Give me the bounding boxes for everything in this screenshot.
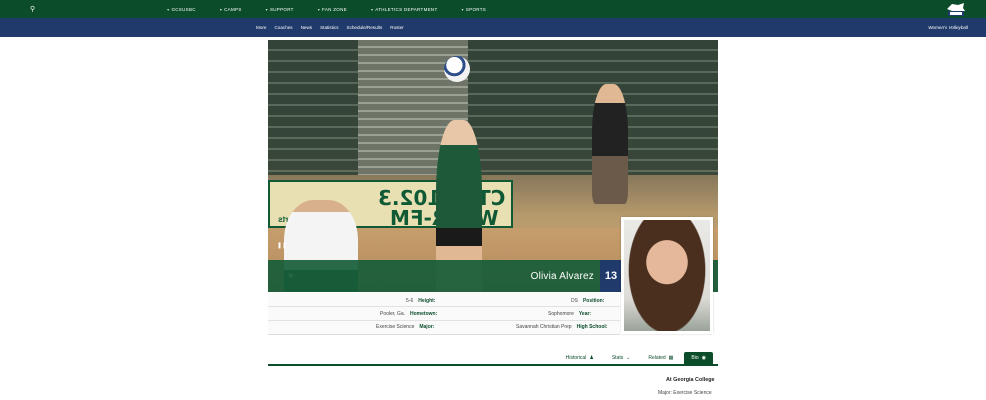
volleyball-icon xyxy=(444,56,470,82)
top-bar: ⚲ ▾ GCSUSBC ▾ CAMPS ▾ SUPPORT ▾ FAN ZONE ▾ AT… xyxy=(0,0,986,18)
film-icon: ▦ xyxy=(668,355,674,361)
player-name: Olivia Alvarez xyxy=(530,270,594,282)
top-nav-camps[interactable]: ▾ CAMPS xyxy=(208,7,254,12)
info-height: Height: 5-6 xyxy=(406,297,436,304)
sport-nav-statistics[interactable]: Statistics xyxy=(320,25,338,30)
top-nav: ⚲ ▾ GCSUSBC ▾ CAMPS ▾ SUPPORT ▾ FAN ZONE ▾ AT… xyxy=(22,5,498,13)
sport-nav-news[interactable]: News xyxy=(301,25,313,30)
player-info: Position: DS Height: 5-6 Year: Sophomore… xyxy=(268,293,620,335)
headshot-image xyxy=(624,220,710,331)
sport-nav-coaches[interactable]: Coaches xyxy=(274,25,292,30)
chevron-down-icon: ▾ xyxy=(461,6,464,12)
coach-figure xyxy=(592,84,628,204)
chart-icon: ⌄ xyxy=(626,355,631,361)
chevron-down-icon: ▾ xyxy=(265,6,268,12)
tab-bio[interactable]: Bio ◉ xyxy=(684,352,713,364)
person-icon: ♟ xyxy=(589,355,594,361)
tab-related[interactable]: Related ▦ xyxy=(641,352,680,364)
sport-nav-bar: More Coaches News Statistics Schedule/Re… xyxy=(0,18,986,37)
gcsu-logo[interactable] xyxy=(944,0,968,18)
info-hometown: Hometown: Pooler, Ga. xyxy=(380,310,438,317)
bio-heading: At Georgia College xyxy=(666,377,715,383)
info-major: Major: Exercise Science xyxy=(376,323,435,330)
bobcat-logo-icon xyxy=(947,3,965,16)
chevron-down-icon: ▾ xyxy=(167,6,170,12)
top-nav-support[interactable]: ▾ SUPPORT xyxy=(254,7,306,12)
info-high-school: High School: Savannah Christian Prep xyxy=(516,323,608,330)
player-headshot xyxy=(621,217,713,334)
top-nav-gcsusbc[interactable]: ▾ GCSUSBC xyxy=(155,7,208,12)
chevron-down-icon: ▾ xyxy=(219,6,223,12)
tab-stats[interactable]: Stats ⌄ xyxy=(605,352,638,364)
info-year: Year: Sophomore xyxy=(548,310,592,317)
bio-major-line: Major: Exercise Science xyxy=(658,390,712,396)
search-icon[interactable]: ⚲ xyxy=(30,5,35,13)
pause-icon[interactable]: ❚❚ xyxy=(277,242,287,250)
chevron-down-icon: ▾ xyxy=(370,6,374,12)
top-nav-athletics-department[interactable]: ▾ ATHLETICS DEPARTMENT xyxy=(359,7,450,12)
sport-nav-roster[interactable]: Roster xyxy=(390,25,404,30)
tab-historical[interactable]: Historical ♟ xyxy=(559,352,601,364)
sport-nav-schedule[interactable]: Schedule/Results xyxy=(347,25,383,30)
sport-nav: More Coaches News Statistics Schedule/Re… xyxy=(256,25,404,30)
sport-nav-more[interactable]: More xyxy=(256,25,266,30)
sport-title[interactable]: Women's Volleyball xyxy=(928,25,968,30)
info-position: Position: DS xyxy=(571,297,605,304)
chevron-down-icon: ▾ xyxy=(317,6,321,12)
top-nav-sports[interactable]: ▾ SPORTS xyxy=(450,7,499,12)
speech-bubble-icon: ◉ xyxy=(701,355,706,361)
profile-tabs: Historical ♟ Stats ⌄ Related ▦ Bio ◉ xyxy=(268,349,718,366)
player-number: 13 xyxy=(600,260,622,292)
arena-stands xyxy=(268,40,718,175)
top-nav-fan-zone[interactable]: ▾ FAN ZONE xyxy=(306,7,359,12)
